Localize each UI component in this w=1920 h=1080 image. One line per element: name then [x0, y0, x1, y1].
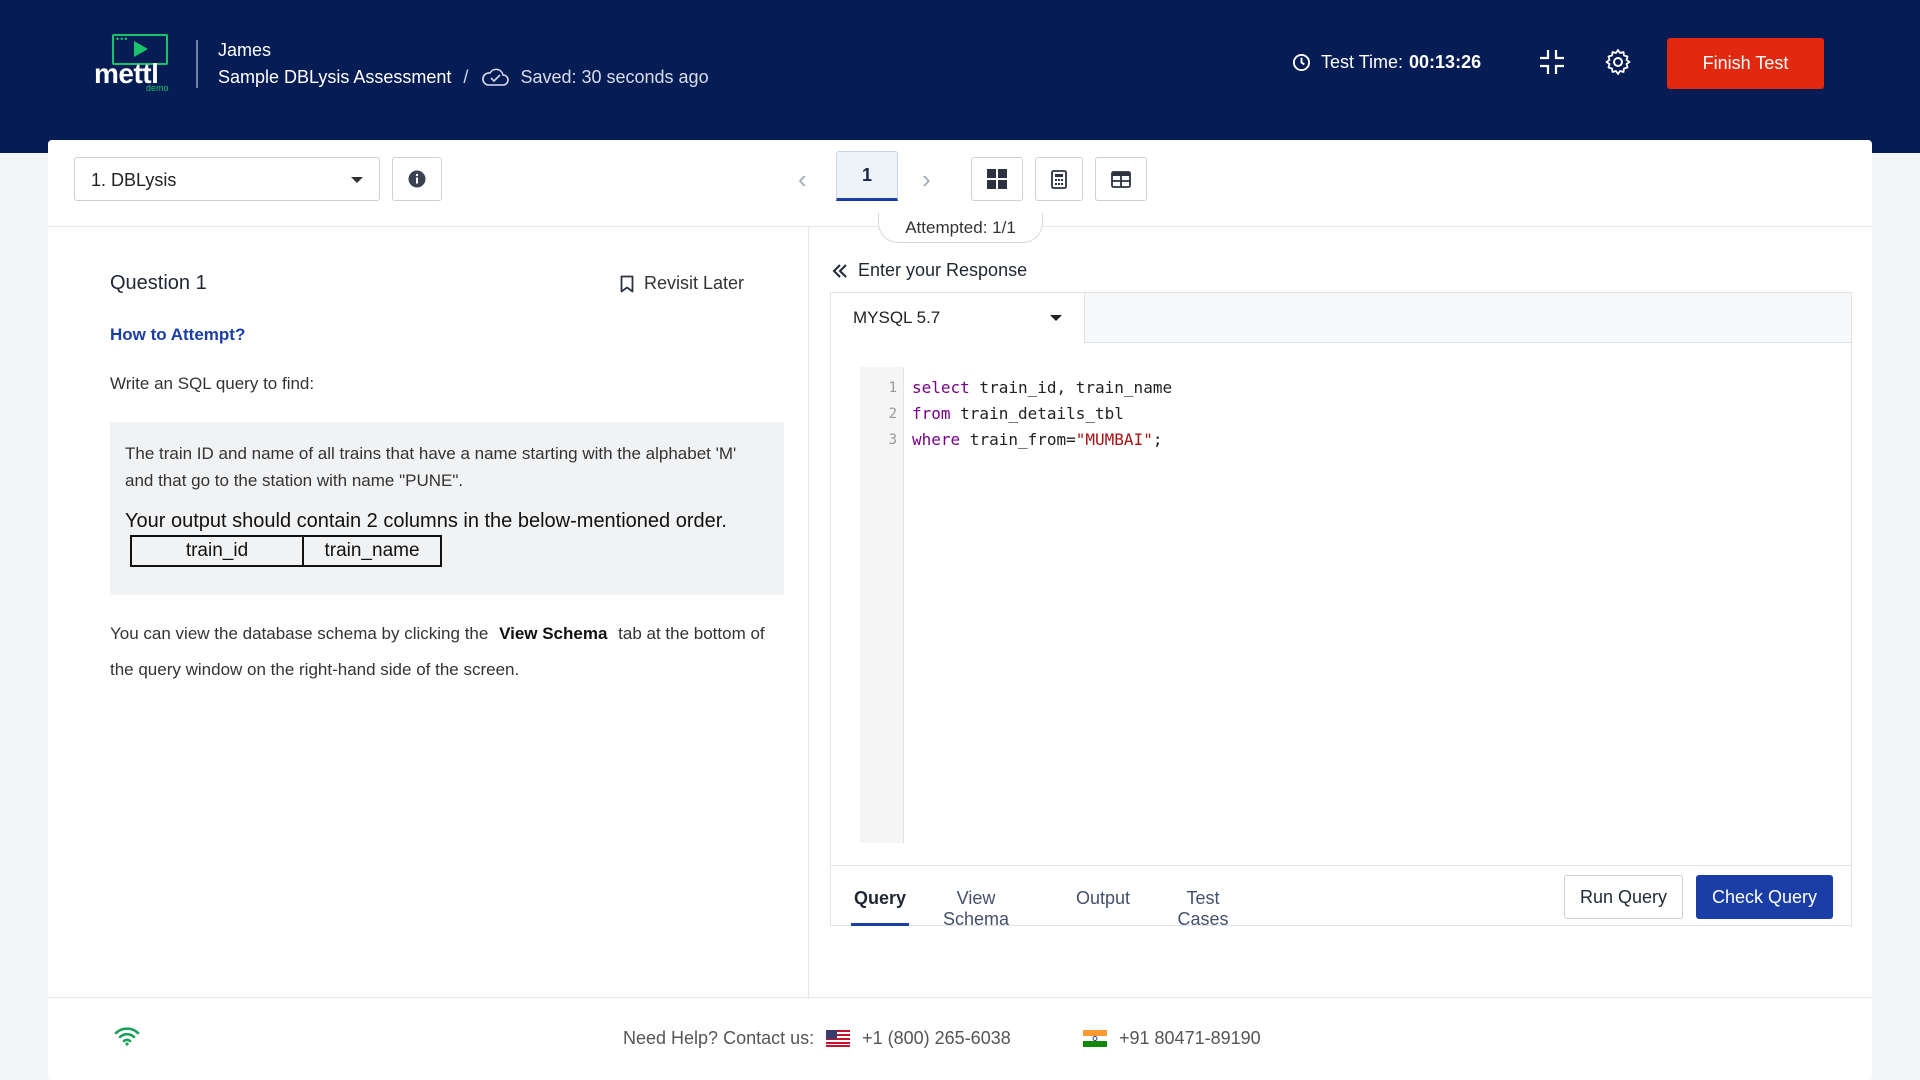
response-header[interactable]: Enter your Response — [832, 260, 1027, 281]
line-number-gutter: 1 2 3 — [860, 367, 904, 843]
attempted-count: Attempted: 1/1 — [878, 213, 1043, 243]
calculator-icon — [1051, 169, 1067, 189]
question-intro: Write an SQL query to find: — [110, 374, 315, 393]
question-number-1[interactable]: 1 — [836, 151, 898, 201]
revisit-later-label: Revisit Later — [644, 273, 745, 293]
schema-hint: You can view the database schema by clic… — [110, 624, 765, 679]
india-flag-icon — [1083, 1030, 1107, 1047]
calculator-button[interactable] — [1035, 157, 1083, 201]
language-selected-value: MYSQL 5.7 — [853, 308, 941, 327]
info-icon — [408, 170, 426, 188]
clock-icon — [1292, 53, 1311, 72]
help-label: Need Help? Contact us: — [623, 1028, 815, 1048]
line-number: 1 — [888, 380, 897, 396]
section-selected-value: 1. DBLysis — [91, 170, 177, 190]
query-editor-panel: MYSQL 5.7 1 2 3 select train_id, train_n… — [830, 292, 1852, 929]
double-chevron-left-icon — [832, 263, 847, 278]
india-contact: +91 80471-89190 — [1083, 1028, 1261, 1049]
cloud-saved-icon — [482, 68, 510, 86]
chevron-down-icon — [1050, 315, 1062, 321]
main-card: 1. DBLysis ‹ 1 › Attempted: 1/1 Question… — [48, 140, 1872, 1080]
revisit-later-button[interactable]: Revisit Later — [620, 273, 744, 294]
tab-test-cases[interactable]: Test Cases — [1161, 866, 1245, 929]
question-grid-button[interactable] — [971, 157, 1023, 201]
run-query-button[interactable]: Run Query — [1564, 875, 1683, 919]
editor-tabs: Query View Schema Output Test Cases Run … — [831, 865, 1851, 929]
finish-test-button[interactable]: Finish Test — [1667, 38, 1824, 89]
section-dropdown[interactable]: 1. DBLysis — [74, 157, 380, 201]
code-editor[interactable]: 1 2 3 select train_id, train_name from t… — [860, 367, 1840, 843]
logo-demo-tag: demo — [146, 83, 169, 93]
line-number: 2 — [888, 406, 897, 422]
exit-fullscreen-icon[interactable] — [1538, 48, 1566, 76]
code-line: where train_from="MUMBAI"; — [912, 430, 1163, 449]
india-phone-number[interactable]: +91 80471-89190 — [1119, 1028, 1261, 1049]
bookmark-icon — [620, 275, 634, 292]
response-heading: Enter your Response — [858, 260, 1028, 280]
output-note: Your output should contain 2 columns in … — [125, 510, 727, 532]
help-contact: Need Help? Contact us: +1 (800) 265-6038 — [623, 1028, 1011, 1049]
settings-gear-icon[interactable] — [1604, 48, 1632, 76]
grid-view-icon — [987, 169, 1007, 189]
top-header: ••• mettl demo James Sample DBLysis Asse… — [0, 0, 1920, 153]
code-line: from train_details_tbl — [912, 404, 1124, 423]
us-flag-icon — [826, 1030, 851, 1047]
how-to-attempt-link[interactable]: How to Attempt? — [110, 325, 245, 345]
candidate-name: James — [218, 40, 272, 60]
language-dropdown[interactable]: MYSQL 5.7 — [831, 293, 1085, 343]
wifi-connection-icon — [114, 1027, 140, 1046]
table-view-button[interactable] — [1095, 157, 1147, 201]
chevron-down-icon — [351, 177, 363, 183]
question-title: Question 1 — [110, 272, 207, 294]
view-schema-hint-bold: View Schema — [499, 624, 608, 643]
assessment-info: Sample DBLysis Assessment / Saved: 30 se… — [218, 66, 709, 88]
language-bar: MYSQL 5.7 — [831, 293, 1851, 343]
test-timer: Test Time: 00:13:26 — [1292, 52, 1481, 73]
tab-output[interactable]: Output — [1073, 866, 1133, 926]
timer-value: 00:13:26 — [1409, 52, 1482, 72]
help-footer: Need Help? Contact us: +1 (800) 265-6038… — [48, 997, 1872, 1080]
column-train-name: train_name — [302, 535, 442, 567]
code-line: select train_id, train_name — [912, 378, 1173, 397]
table-icon — [1111, 170, 1131, 188]
timer-label: Test Time: — [1321, 52, 1404, 72]
us-phone-number[interactable]: +1 (800) 265-6038 — [862, 1028, 1011, 1049]
title-separator: / — [463, 66, 469, 87]
prev-question-arrow[interactable]: ‹ — [798, 166, 807, 192]
info-button[interactable] — [392, 157, 442, 201]
code-content[interactable]: select train_id, train_name from train_d… — [912, 375, 1172, 453]
tab-query[interactable]: Query — [851, 866, 909, 926]
expected-columns-table: train_id train_name — [130, 535, 442, 567]
panel-divider — [808, 227, 809, 999]
header-divider — [196, 40, 198, 88]
mettl-logo: ••• mettl demo — [94, 34, 169, 93]
next-question-arrow[interactable]: › — [922, 166, 931, 192]
line-number: 3 — [888, 432, 897, 448]
question-body: The train ID and name of all trains that… — [125, 444, 737, 490]
logo-play-icon — [134, 41, 148, 57]
column-train-id: train_id — [130, 535, 304, 567]
saved-status: Saved: 30 seconds ago — [520, 66, 709, 87]
question-statement-box: The train ID and name of all trains that… — [110, 422, 784, 595]
tab-view-schema[interactable]: View Schema — [931, 866, 1021, 929]
check-query-button[interactable]: Check Query — [1696, 875, 1833, 919]
assessment-title: Sample DBLysis Assessment — [218, 66, 452, 87]
